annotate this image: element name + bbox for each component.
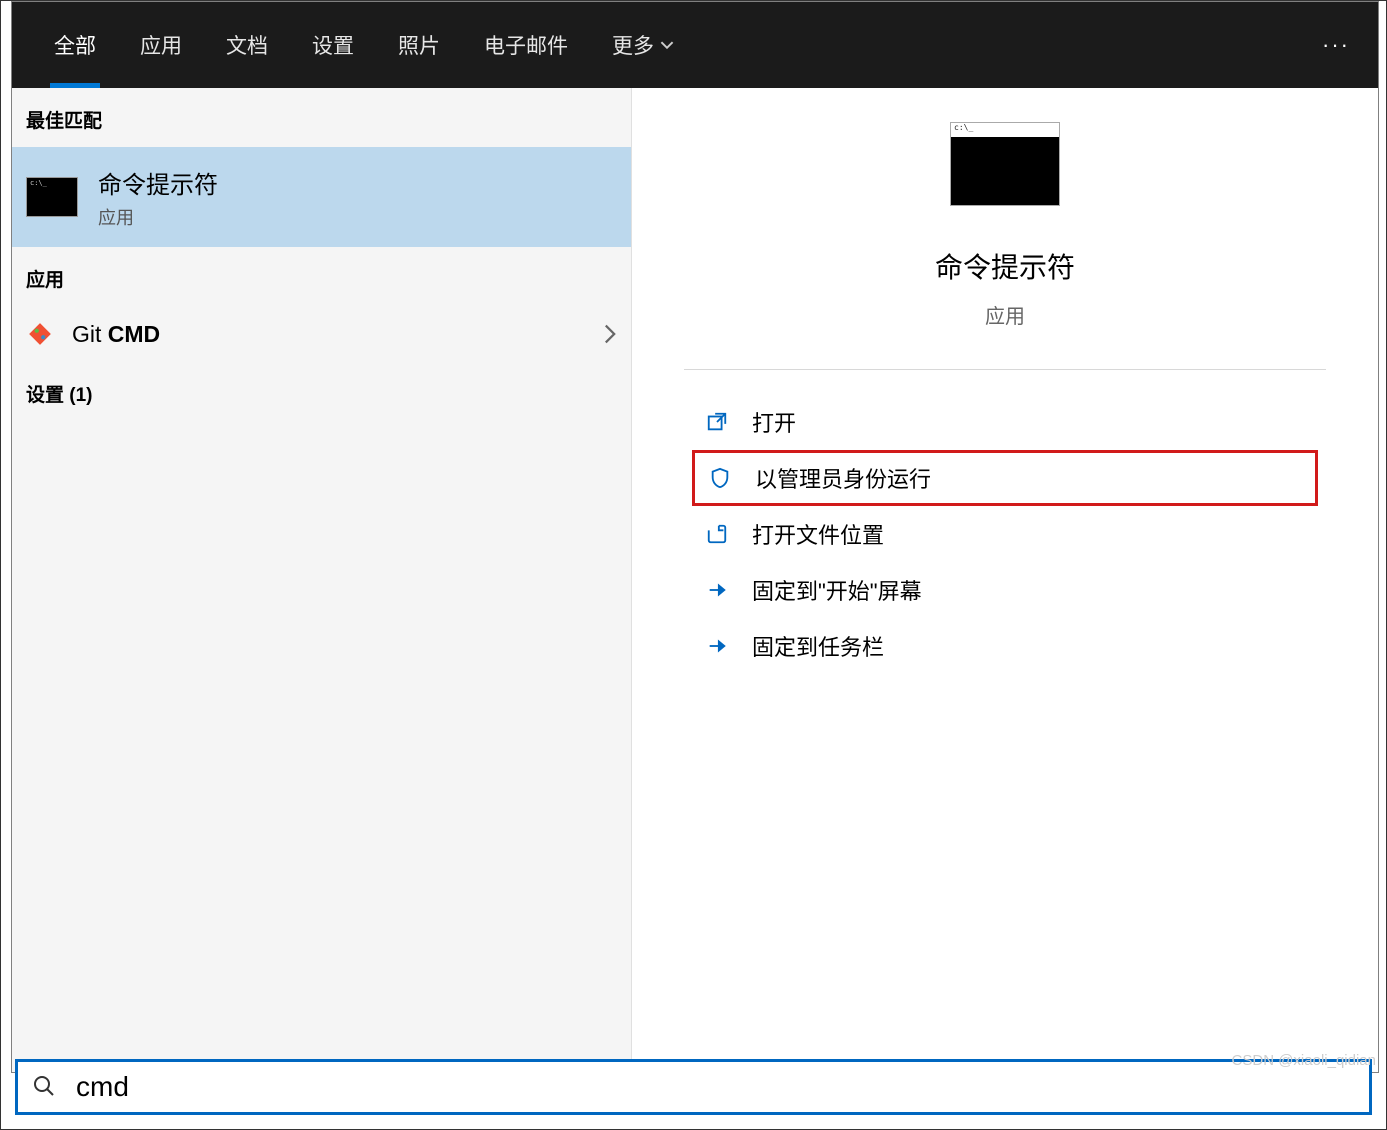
result-cmd[interactable]: 命令提示符 应用 xyxy=(12,147,631,247)
results-body: 最佳匹配 命令提示符 应用 应用 Git CMD xyxy=(12,88,1378,1072)
tab-documents[interactable]: 文档 xyxy=(204,2,290,88)
action-pin-to-taskbar[interactable]: 固定到任务栏 xyxy=(692,618,1318,674)
app-frame: 全部 应用 文档 设置 照片 电子邮件 更多 ··· 最佳匹配 命令提示符 xyxy=(0,0,1387,1130)
action-run-as-admin[interactable]: 以管理员身份运行 xyxy=(692,450,1318,506)
chevron-right-icon xyxy=(603,324,617,344)
git-cmd-label: Git CMD xyxy=(72,321,160,348)
preview-subtitle: 应用 xyxy=(985,300,1025,329)
tab-apps[interactable]: 应用 xyxy=(118,2,204,88)
result-text: 命令提示符 应用 xyxy=(98,165,218,230)
action-run-as-admin-label: 以管理员身份运行 xyxy=(755,462,931,494)
search-input[interactable] xyxy=(76,1071,1355,1103)
preview-pane: 命令提示符 应用 打开 以管理员身份运行 xyxy=(632,88,1378,1072)
git-icon xyxy=(26,320,54,348)
open-icon xyxy=(704,409,730,435)
tab-all[interactable]: 全部 xyxy=(32,2,118,88)
results-list: 最佳匹配 命令提示符 应用 应用 Git CMD xyxy=(12,88,632,1072)
shield-icon xyxy=(707,465,733,491)
action-pin-to-start[interactable]: 固定到"开始"屏幕 xyxy=(692,562,1318,618)
result-title: 命令提示符 xyxy=(98,165,218,200)
overflow-menu-icon[interactable]: ··· xyxy=(1322,32,1350,58)
pin-icon xyxy=(704,577,730,603)
result-subtitle: 应用 xyxy=(98,204,218,230)
action-open-file-location[interactable]: 打开文件位置 xyxy=(692,506,1318,562)
search-bar[interactable] xyxy=(15,1059,1372,1115)
tab-email[interactable]: 电子邮件 xyxy=(462,2,590,88)
section-settings: 设置 (1) xyxy=(12,362,631,421)
cmd-icon xyxy=(26,177,78,217)
tab-photos[interactable]: 照片 xyxy=(376,2,462,88)
section-apps: 应用 xyxy=(12,247,631,306)
search-panel: 全部 应用 文档 设置 照片 电子邮件 更多 ··· 最佳匹配 命令提示符 xyxy=(11,1,1379,1073)
section-best-match: 最佳匹配 xyxy=(12,88,631,147)
folder-icon xyxy=(704,521,730,547)
tab-more[interactable]: 更多 xyxy=(590,2,696,88)
action-open[interactable]: 打开 xyxy=(692,394,1318,450)
tab-settings[interactable]: 设置 xyxy=(290,2,376,88)
pin-taskbar-icon xyxy=(704,633,730,659)
chevron-down-icon xyxy=(660,38,674,52)
action-pin-to-taskbar-label: 固定到任务栏 xyxy=(752,630,884,662)
filter-tabs: 全部 应用 文档 设置 照片 电子邮件 更多 ··· xyxy=(12,2,1378,88)
action-pin-to-start-label: 固定到"开始"屏幕 xyxy=(752,574,922,606)
action-open-file-location-label: 打开文件位置 xyxy=(752,518,884,550)
action-open-label: 打开 xyxy=(752,406,796,438)
result-git-cmd[interactable]: Git CMD xyxy=(12,306,631,362)
search-icon xyxy=(32,1074,58,1100)
preview-title: 命令提示符 xyxy=(935,246,1075,286)
watermark: CSDN @xiaoli_qidian xyxy=(1232,1052,1376,1069)
preview-actions: 打开 以管理员身份运行 打开文件位置 xyxy=(632,370,1378,698)
preview-cmd-icon xyxy=(950,122,1060,206)
tab-more-label: 更多 xyxy=(612,30,654,60)
